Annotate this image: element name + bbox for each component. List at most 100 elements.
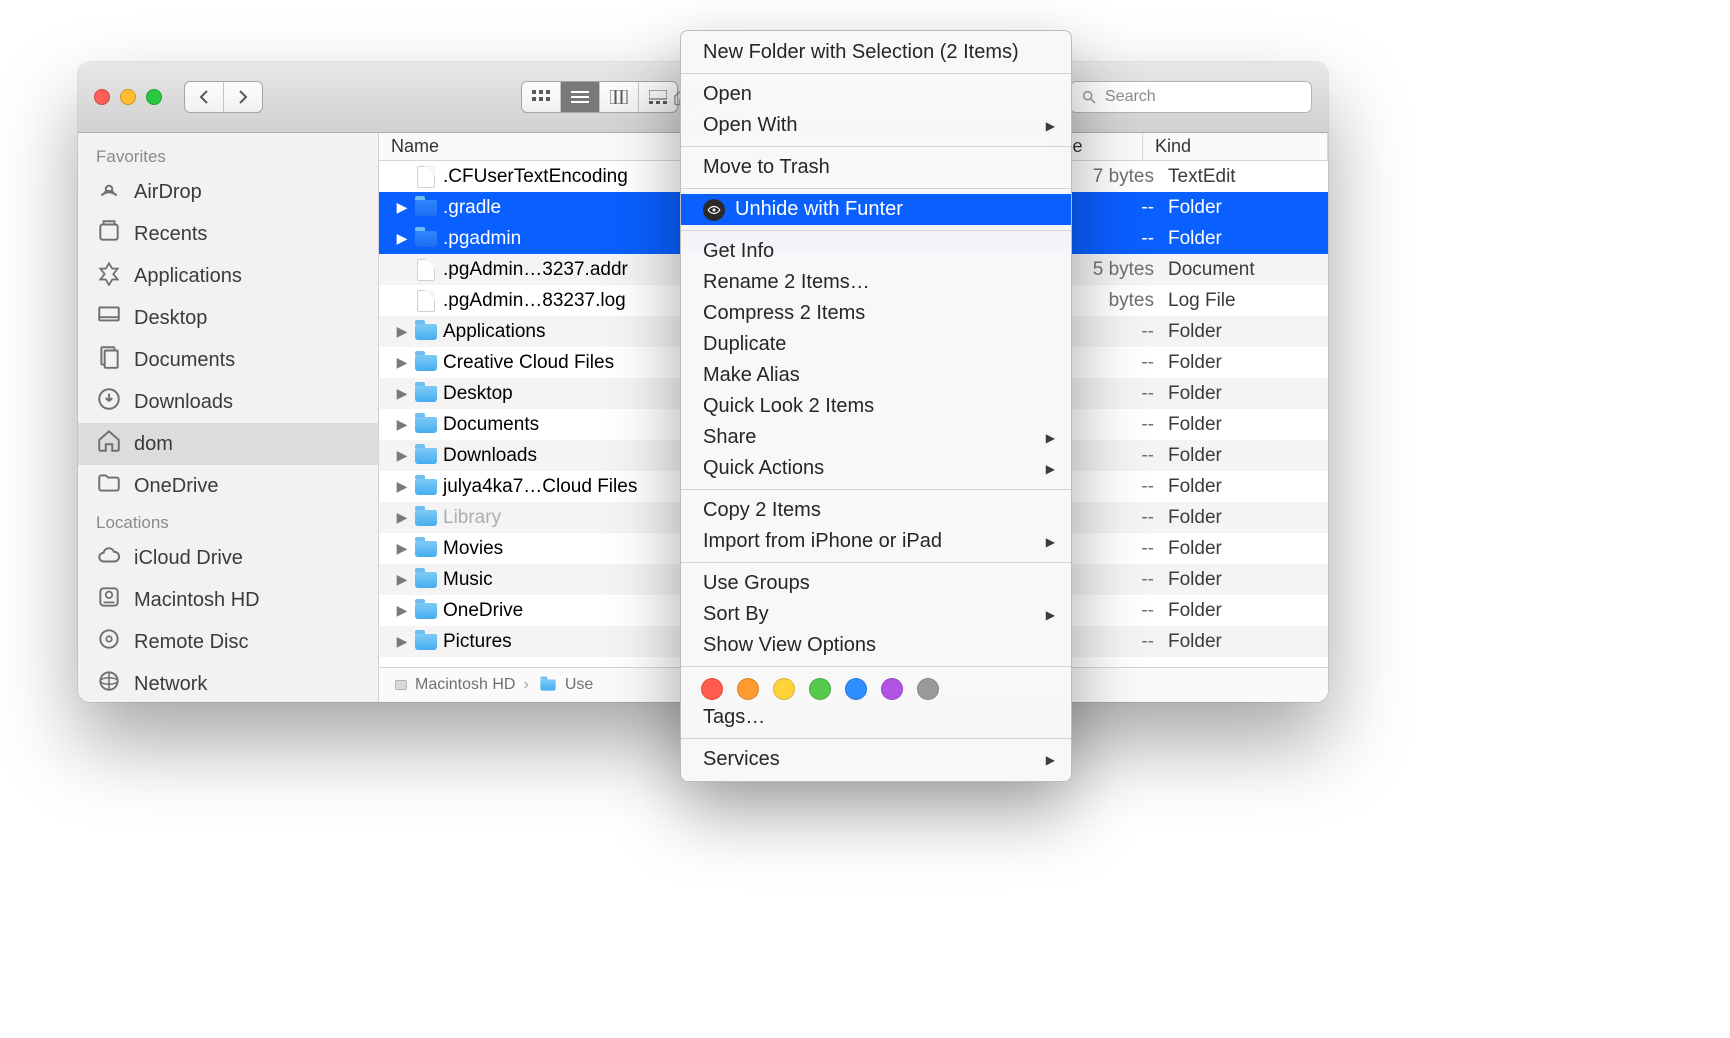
disclosure-triangle[interactable]: ▶ [391, 354, 413, 371]
folder-icon [415, 603, 437, 619]
disclosure-triangle[interactable]: ▶ [391, 602, 413, 619]
disclosure-triangle[interactable]: ▶ [391, 323, 413, 340]
menu-separator [681, 562, 1071, 563]
view-icons-button[interactable] [522, 82, 561, 112]
menu-item[interactable]: Quick Look 2 Items [681, 391, 1071, 422]
sidebar-item-label: iCloud Drive [134, 547, 243, 570]
tag-color[interactable] [773, 678, 795, 700]
tag-color[interactable] [845, 678, 867, 700]
menu-item-label: Quick Actions [703, 457, 824, 480]
menu-separator [681, 738, 1071, 739]
sidebar-item-remote-disc[interactable]: Remote Disc [78, 621, 378, 663]
tag-color[interactable] [737, 678, 759, 700]
sidebar-item-recents[interactable]: Recents [78, 213, 378, 255]
file-kind: Folder [1168, 569, 1328, 591]
menu-item-label: Sort By [703, 603, 769, 626]
disclosure-triangle[interactable]: ▶ [391, 230, 413, 247]
folder-icon [415, 231, 437, 247]
back-button[interactable] [185, 82, 224, 112]
file-kind: Folder [1168, 476, 1328, 498]
applications-icon [96, 260, 122, 292]
menu-item-label: Share [703, 426, 756, 449]
disclosure-triangle[interactable]: ▶ [391, 199, 413, 216]
file-kind: TextEdit [1168, 166, 1328, 188]
disclosure-triangle[interactable]: ▶ [391, 509, 413, 526]
sidebar-item-documents[interactable]: Documents [78, 339, 378, 381]
sidebar-item-onedrive[interactable]: OneDrive [78, 465, 378, 507]
hdd-icon [96, 584, 122, 616]
menu-item[interactable]: Compress 2 Items [681, 298, 1071, 329]
menu-item[interactable]: Get Info [681, 236, 1071, 267]
menu-item[interactable]: Show View Options [681, 630, 1071, 661]
menu-item[interactable]: Unhide with Funter [681, 194, 1071, 225]
sidebar-item-dom[interactable]: dom [78, 423, 378, 465]
path-crumb[interactable]: Macintosh HD [393, 676, 515, 694]
minimize-button[interactable] [120, 89, 136, 105]
menu-item[interactable]: Import from iPhone or iPad [681, 526, 1071, 557]
sidebar-item-icloud-drive[interactable]: iCloud Drive [78, 537, 378, 579]
menu-item-label: Duplicate [703, 333, 786, 356]
file-kind: Folder [1168, 631, 1328, 653]
documents-icon [96, 344, 122, 376]
icloud-icon [96, 542, 122, 574]
view-gallery-button[interactable] [639, 82, 677, 112]
tag-color[interactable] [881, 678, 903, 700]
sidebar-section-label: Locations [78, 507, 378, 537]
disclosure-triangle[interactable]: ▶ [391, 633, 413, 650]
menu-separator [681, 73, 1071, 74]
path-crumb[interactable]: Use [537, 676, 593, 694]
path-separator: › [523, 676, 528, 694]
menu-item[interactable]: Open With [681, 110, 1071, 141]
zoom-button[interactable] [146, 89, 162, 105]
menu-item[interactable]: Quick Actions [681, 453, 1071, 484]
sidebar-item-label: Macintosh HD [134, 589, 260, 612]
menu-separator [681, 188, 1071, 189]
sidebar-item-airdrop[interactable]: AirDrop [78, 171, 378, 213]
menu-item-label: Move to Trash [703, 156, 830, 179]
menu-item[interactable]: Use Groups [681, 568, 1071, 599]
view-list-button[interactable] [561, 82, 600, 112]
disclosure-triangle[interactable]: ▶ [391, 571, 413, 588]
disclosure-triangle[interactable]: ▶ [391, 478, 413, 495]
folder-icon [415, 417, 437, 433]
sidebar-item-label: AirDrop [134, 181, 202, 204]
menu-item-label: Quick Look 2 Items [703, 395, 874, 418]
disclosure-triangle[interactable]: ▶ [391, 385, 413, 402]
menu-item[interactable]: Duplicate [681, 329, 1071, 360]
menu-item-services[interactable]: Services [681, 744, 1071, 775]
sidebar-item-label: Applications [134, 265, 242, 288]
menu-item[interactable]: New Folder with Selection (2 Items) [681, 37, 1071, 68]
forward-button[interactable] [224, 82, 262, 112]
menu-item[interactable]: Copy 2 Items [681, 495, 1071, 526]
sidebar-item-label: OneDrive [134, 475, 218, 498]
tag-color[interactable] [917, 678, 939, 700]
disclosure-triangle[interactable]: ▶ [391, 540, 413, 557]
tag-color[interactable] [701, 678, 723, 700]
menu-separator [681, 230, 1071, 231]
menu-item-label: Compress 2 Items [703, 302, 865, 325]
disclosure-triangle[interactable]: ▶ [391, 416, 413, 433]
search-field[interactable]: Search [1070, 81, 1312, 113]
menu-item-label: Use Groups [703, 572, 810, 595]
sidebar-item-macintosh-hd[interactable]: Macintosh HD [78, 579, 378, 621]
sidebar-item-desktop[interactable]: Desktop [78, 297, 378, 339]
menu-item-tags[interactable]: Tags… [681, 702, 1071, 733]
menu-item[interactable]: Open [681, 79, 1071, 110]
nav-buttons [184, 81, 263, 113]
menu-item-label: Open [703, 83, 752, 106]
view-columns-button[interactable] [600, 82, 639, 112]
menu-item[interactable]: Rename 2 Items… [681, 267, 1071, 298]
sidebar-item-downloads[interactable]: Downloads [78, 381, 378, 423]
sidebar-item-network[interactable]: Network [78, 663, 378, 702]
menu-item[interactable]: Share [681, 422, 1071, 453]
sidebar-item-label: Network [134, 673, 207, 696]
menu-item[interactable]: Sort By [681, 599, 1071, 630]
sidebar-item-applications[interactable]: Applications [78, 255, 378, 297]
tag-color[interactable] [809, 678, 831, 700]
menu-item[interactable]: Move to Trash [681, 152, 1071, 183]
menu-item[interactable]: Make Alias [681, 360, 1071, 391]
menu-item-label: Rename 2 Items… [703, 271, 870, 294]
disclosure-triangle[interactable]: ▶ [391, 447, 413, 464]
close-button[interactable] [94, 89, 110, 105]
column-kind[interactable]: Kind [1143, 133, 1328, 160]
